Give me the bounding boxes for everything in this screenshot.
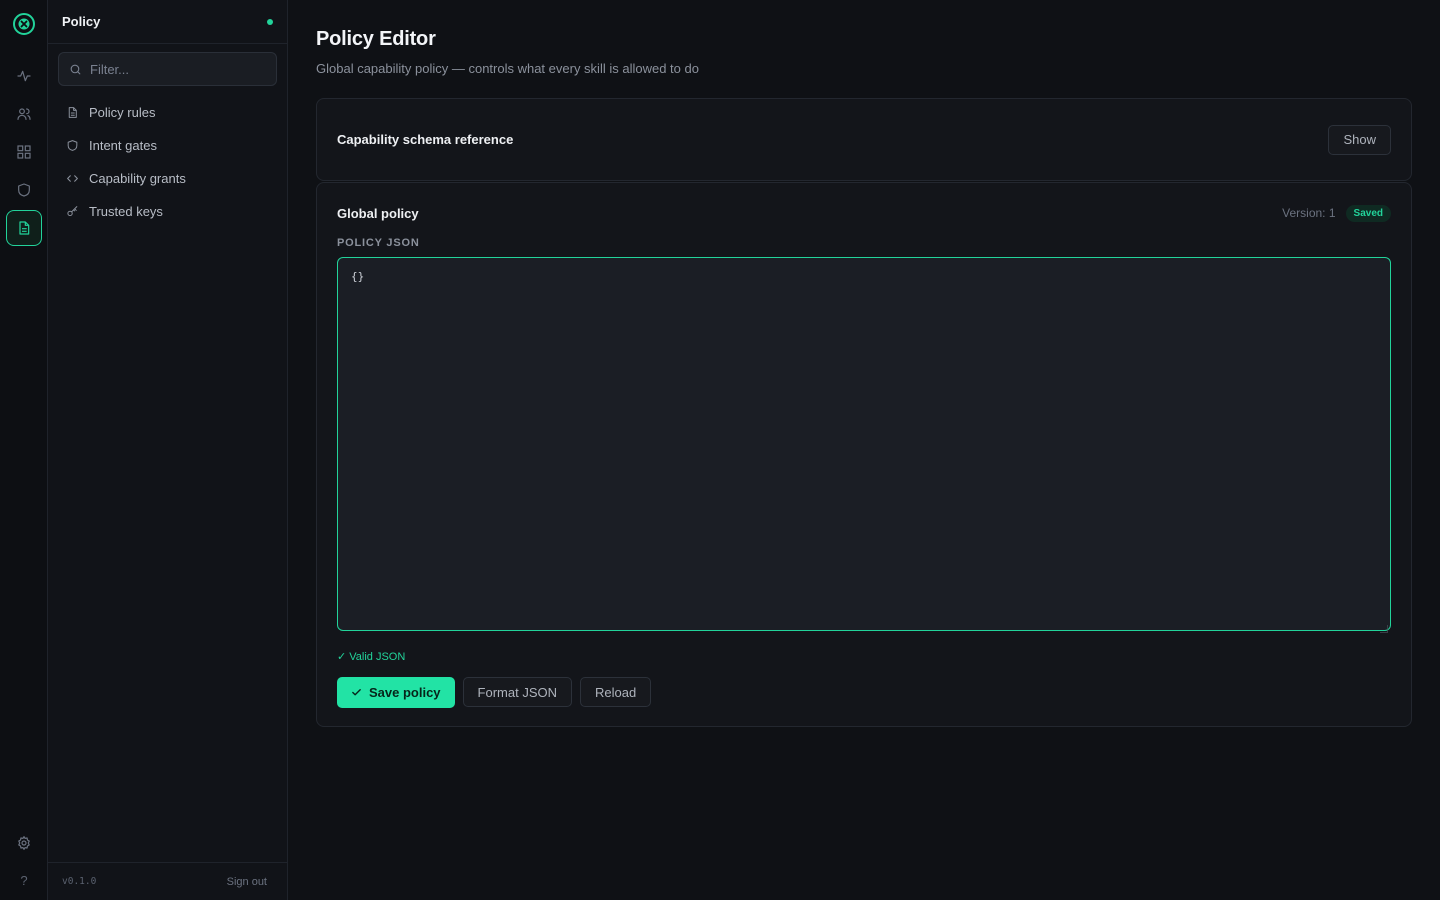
- save-policy-label: Save policy: [369, 685, 441, 700]
- policy-json-editor[interactable]: [337, 257, 1391, 631]
- rail-users-button[interactable]: [6, 96, 42, 132]
- check-icon: [352, 689, 361, 696]
- sidebar-title: Policy: [62, 14, 101, 29]
- policy-json-label: POLICY JSON: [337, 237, 420, 249]
- rail-shield-button[interactable]: [6, 172, 42, 208]
- activity-icon: [16, 70, 31, 82]
- policy-card-title: Global policy: [337, 205, 419, 221]
- sidebar-list: Policy rules Intent gates Capability gra…: [48, 96, 287, 228]
- document-icon: [18, 221, 29, 235]
- policy-sidebar: Policy Policy rules Intent gates Capabil…: [48, 0, 288, 900]
- policy-actions: Save policy Format JSON Reload: [337, 677, 1391, 708]
- sign-out-link[interactable]: Sign out: [227, 876, 267, 888]
- grid-icon: [16, 145, 31, 159]
- sidebar-item-trusted-keys[interactable]: Trusted keys: [58, 195, 277, 228]
- gear-icon: [18, 836, 30, 850]
- sidebar-item-capability-grants[interactable]: Capability grants: [58, 162, 277, 195]
- rail-activity-button[interactable]: [6, 58, 42, 94]
- logo-icon[interactable]: [12, 12, 36, 36]
- search-icon: [70, 64, 81, 74]
- sidebar-item-label: Capability grants: [89, 171, 186, 186]
- filter-field[interactable]: [58, 52, 277, 86]
- key-icon: [67, 206, 78, 217]
- page-title: Policy Editor: [316, 28, 436, 50]
- document-icon: [68, 107, 77, 118]
- icon-rail: ?: [0, 0, 48, 900]
- global-policy-card: Global policy Version: 1 Saved POLICY JS…: [316, 182, 1412, 727]
- sidebar-item-label: Policy rules: [89, 105, 156, 120]
- sidebar-item-label: Trusted keys: [89, 204, 163, 219]
- validation-status: ✓ Valid JSON: [337, 651, 406, 663]
- resize-handle[interactable]: [1380, 625, 1388, 633]
- schema-reference-card: Capability schema reference Show: [316, 98, 1412, 181]
- show-schema-button[interactable]: Show: [1328, 124, 1391, 155]
- shield-icon: [67, 140, 78, 151]
- filter-input[interactable]: [90, 61, 266, 77]
- schema-card-title: Capability schema reference: [337, 132, 514, 147]
- format-json-button[interactable]: Format JSON: [462, 677, 573, 707]
- reload-button[interactable]: Reload: [580, 677, 652, 707]
- code-icon: [67, 175, 78, 182]
- help-button[interactable]: ?: [20, 873, 27, 888]
- sidebar-item-label: Intent gates: [89, 138, 157, 153]
- app-version: v0.1.0: [62, 876, 97, 887]
- sidebar-header: Policy: [48, 0, 287, 44]
- rail-grid-button[interactable]: [6, 134, 42, 170]
- policy-version: Version: 1: [1282, 206, 1336, 220]
- status-badge: Saved: [1345, 204, 1391, 222]
- rail-policy-button[interactable]: [5, 210, 42, 246]
- shield-icon: [17, 183, 30, 197]
- save-policy-button[interactable]: Save policy: [337, 677, 455, 708]
- users-icon: [16, 108, 31, 120]
- sidebar-footer: v0.1.0 Sign out: [48, 862, 287, 900]
- status-dot: [267, 18, 273, 25]
- app-shell: ? Policy Policy rules Intent gates Capab…: [0, 0, 1440, 900]
- sidebar-item-intent-gates[interactable]: Intent gates: [58, 129, 277, 162]
- page-subtitle: Global capability policy — controls what…: [316, 61, 699, 76]
- main-content: Policy Editor Global capability policy —…: [288, 0, 1440, 900]
- rail-settings-button[interactable]: [10, 829, 38, 857]
- sidebar-item-policy-rules[interactable]: Policy rules: [58, 96, 277, 129]
